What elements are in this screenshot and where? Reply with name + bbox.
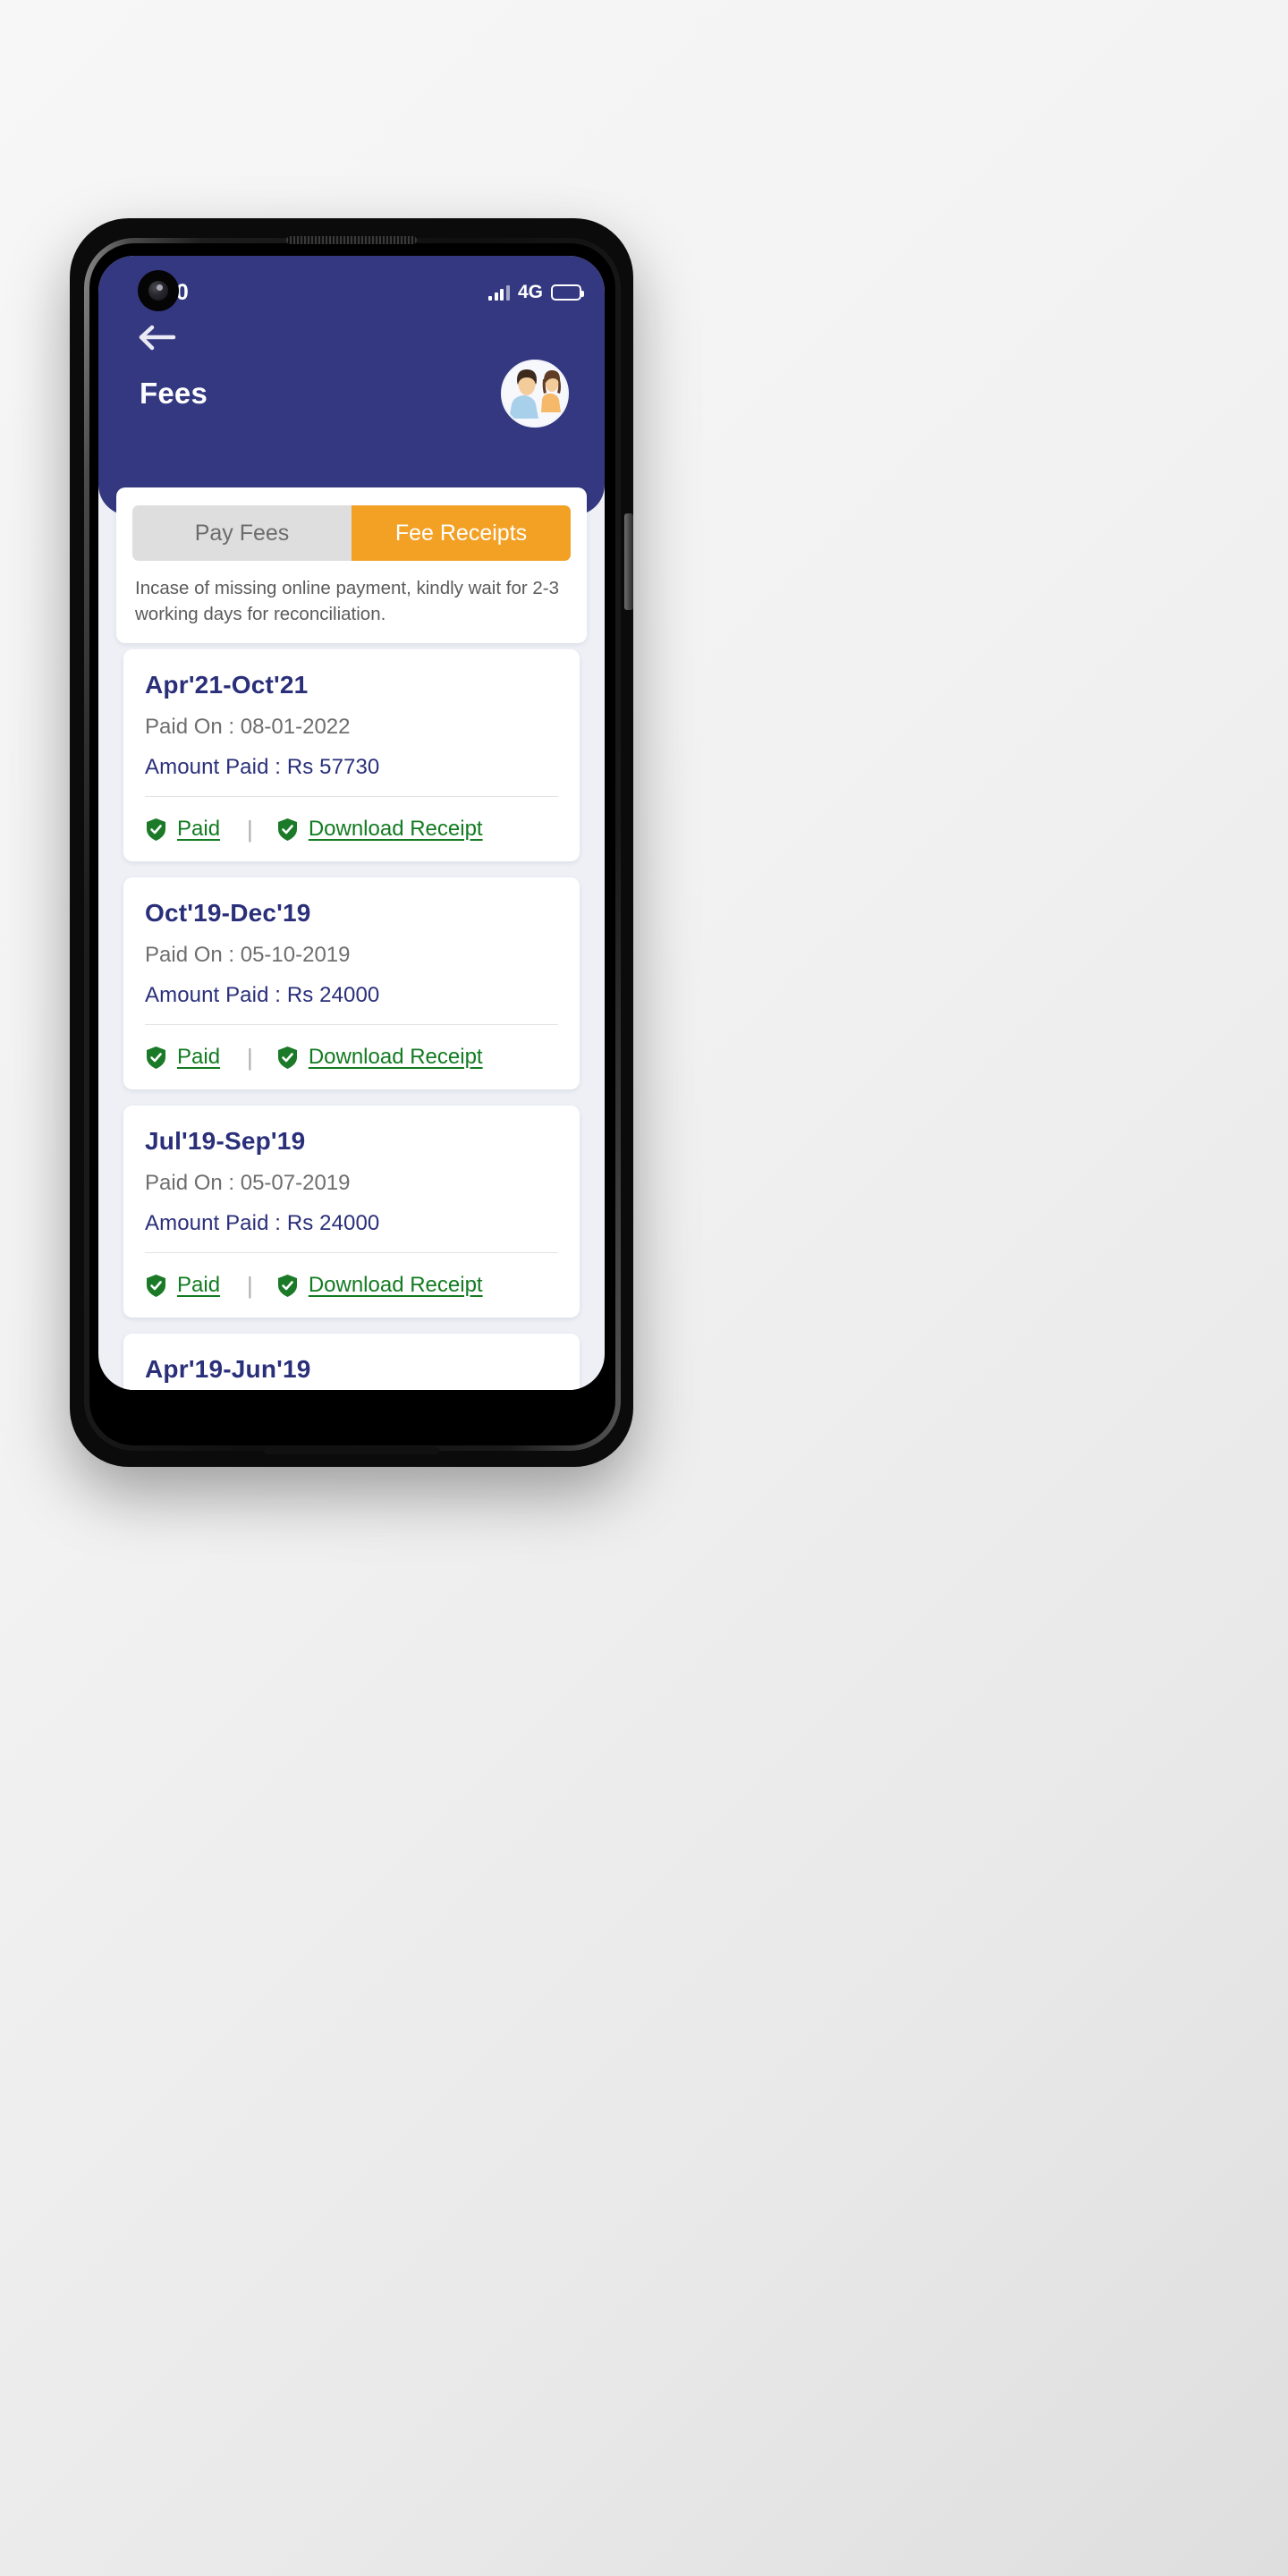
receipt-card[interactable]: Apr'19-Jun'19 Paid On : 05-04-2019 Amoun…: [123, 1334, 580, 1390]
tab-fee-receipts[interactable]: Fee Receipts: [352, 505, 571, 561]
download-receipt-button[interactable]: Download Receipt: [276, 1045, 483, 1070]
tab-pay-fees[interactable]: Pay Fees: [132, 505, 352, 561]
front-camera-icon: [138, 270, 179, 311]
download-receipt-label[interactable]: Download Receipt: [309, 817, 483, 842]
receipt-period: Jul'19-Sep'19: [145, 1127, 306, 1155]
shield-check-icon: [147, 818, 165, 841]
receipt-paid-on: Paid On : 05-07-2019: [145, 1171, 351, 1195]
action-separator: |: [247, 815, 253, 843]
fees-tab-switch: Pay Fees Fee Receipts: [132, 505, 571, 561]
download-receipt-label[interactable]: Download Receipt: [309, 1273, 483, 1298]
receipt-card[interactable]: Oct'19-Dec'19 Paid On : 05-10-2019 Amoun…: [123, 877, 580, 1089]
phone-device: :40 4G Fees: [70, 218, 633, 1467]
download-receipt-button[interactable]: Download Receipt: [276, 1273, 483, 1298]
receipt-period: Apr'21-Oct'21: [145, 671, 309, 699]
tabs-and-notice-card: Pay Fees Fee Receipts Incase of missing …: [98, 468, 605, 661]
shield-check-icon: [277, 1046, 297, 1069]
home-indicator[interactable]: [264, 1446, 439, 1454]
receipt-amount: Amount Paid : Rs 24000: [145, 983, 380, 1007]
download-receipt-button[interactable]: Download Receipt: [276, 817, 483, 842]
phone-screen: :40 4G Fees: [98, 256, 605, 1390]
receipt-amount: Amount Paid : Rs 57730: [145, 755, 380, 779]
receipt-list[interactable]: Apr'21-Oct'21 Paid On : 08-01-2022 Amoun…: [98, 649, 605, 1390]
receipt-paid-on: Paid On : 08-01-2022: [145, 715, 351, 739]
receipt-card[interactable]: Jul'19-Sep'19 Paid On : 05-07-2019 Amoun…: [123, 1106, 580, 1318]
paid-status-badge: Paid: [145, 1273, 220, 1298]
paid-status-badge: Paid: [145, 817, 220, 842]
receipt-amount: Amount Paid : Rs 24000: [145, 1211, 380, 1235]
paid-label: Paid: [177, 1273, 221, 1297]
receipt-card[interactable]: Apr'21-Oct'21 Paid On : 08-01-2022 Amoun…: [123, 649, 580, 861]
receipt-period: Oct'19-Dec'19: [145, 899, 311, 927]
page-content: Pay Fees Fee Receipts Incase of missing …: [98, 256, 605, 1390]
receipt-period: Apr'19-Jun'19: [145, 1355, 311, 1383]
shield-check-icon: [277, 818, 297, 841]
earpiece-speaker: [286, 236, 417, 244]
receipt-actions: Paid | Download Receipt: [145, 1253, 558, 1318]
reconciliation-notice: Incase of missing online payment, kindly…: [135, 578, 560, 625]
power-button[interactable]: [624, 513, 633, 610]
shield-check-icon: [147, 1046, 165, 1069]
download-receipt-label[interactable]: Download Receipt: [309, 1045, 483, 1070]
action-separator: |: [247, 1043, 253, 1071]
receipt-actions: Paid | Download Receipt: [145, 1025, 558, 1089]
action-separator: |: [247, 1271, 253, 1299]
shield-check-icon: [277, 1274, 297, 1297]
paid-label: Paid: [177, 817, 221, 841]
receipt-actions: Paid | Download Receipt: [145, 797, 558, 861]
shield-check-icon: [147, 1274, 165, 1297]
receipt-paid-on: Paid On : 05-10-2019: [145, 943, 351, 967]
paid-status-badge: Paid: [145, 1045, 220, 1070]
paid-label: Paid: [177, 1045, 221, 1069]
